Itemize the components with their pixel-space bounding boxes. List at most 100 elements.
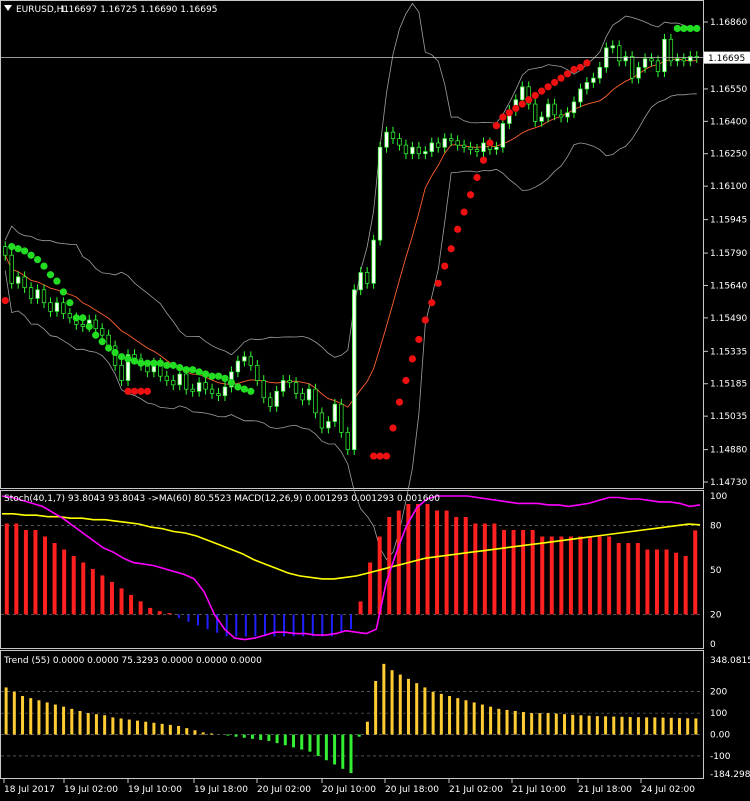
sar-dot-below [544,83,552,91]
candle-body [261,380,266,399]
time-tick-label: 18 Jul 2017 [4,785,55,795]
candle-body [384,131,389,148]
sar-dot-above [85,322,93,331]
candle-body [629,56,635,79]
candle-body [119,365,124,381]
price-tick-label: 1.16400 [710,117,747,127]
sar-dot-above [111,348,119,357]
price-tick-label: 1.16550 [710,85,747,95]
candle-body [371,239,376,284]
price-tick-label: 1.15945 [710,216,747,226]
candle-body [28,287,34,299]
candle-body [80,323,85,327]
sar-dot-above [247,387,255,395]
candle-body [423,151,428,155]
candle-body [416,146,422,155]
trend-tick-label: 0.00 [710,731,730,741]
oscillator-tick-label: 20 [710,610,722,620]
candle-body [461,144,467,148]
sar-dot-below [382,452,391,460]
sar-dot-below [550,78,559,87]
candle-body [16,276,21,284]
candle-body [106,334,111,347]
sar-dot-above [163,361,171,369]
sar-dot-above [40,262,48,270]
price-tick-label: 1.16250 [710,150,747,160]
time-tick-label: 21 Jul 18:00 [578,785,632,795]
candle-body [164,375,169,381]
sar-dot-above [189,366,197,374]
oscillator-tick-label: 100 [710,492,727,502]
candle-body [48,302,53,312]
candle-body [196,382,202,392]
candle-body [67,313,73,319]
sar-dot-below [570,65,578,74]
candle-body [184,373,189,390]
sar-dot-above [201,370,210,378]
candle-body [61,302,66,314]
candle-body [558,114,564,118]
sar-dot-above [14,245,22,253]
candle-body [429,142,434,152]
sar-dot-below [1,296,9,305]
sar-dot-below [454,225,462,233]
price-tick-label: 1.16860 [710,18,747,28]
sar-dot-below [130,387,139,395]
sar-dot-below [402,376,410,385]
price-tick-label: 1.14730 [710,478,747,488]
candle-body [248,356,253,366]
sar-dot-above [195,368,203,376]
sar-dot-below [505,109,513,117]
candle-body [481,142,486,152]
sar-dot-below [460,208,468,216]
candle-body [332,403,337,422]
candle-body [339,403,344,433]
sar-dot-below [376,452,384,460]
candle-body [22,276,27,288]
price-tick-label: 1.16100 [710,182,747,192]
chart-background [0,0,750,801]
sar-dot-below [395,398,404,406]
candle-body [268,397,273,407]
trend-title: Trend (55) 0.0000 0.0000 75.3293 0.0000 … [3,656,262,666]
sar-dot-above [33,255,42,264]
price-tick-label: 1.15790 [710,249,747,259]
sar-dot-above [673,24,681,33]
candle-body [468,146,473,150]
trend-tick-label: -100 [710,752,731,762]
candle-body [222,386,228,396]
candle-body [578,88,583,103]
sar-dot-below [576,63,585,71]
candle-body [649,58,654,62]
candle-body [584,82,590,90]
candle-body [287,380,292,384]
price-tick-label: 1.14880 [710,446,747,456]
chart-canvas: 1.16695 1.16860 1.16550 1.16400 1.16250 1.161… [0,0,750,801]
sar-dot-above [59,288,67,296]
sar-dot-below [421,316,429,324]
sar-dot-above [208,372,216,380]
sar-dot-above [169,361,177,369]
candle-body [571,101,577,114]
sar-dot-above [240,385,248,393]
candle-body [216,393,221,396]
price-tick-label: 1.15335 [710,347,747,357]
time-tick-label: 19 Jul 02:00 [64,785,118,795]
sar-dot-below [447,245,455,253]
oscillator-tick-label: 50 [710,566,722,576]
sar-dot-above [27,251,35,259]
time-tick-label: 19 Jul 18:00 [194,785,248,795]
candle-body [9,254,14,284]
candle-body [274,390,279,407]
candle-body [326,421,331,429]
candle-body [41,289,47,304]
trend-tick-label: 100 [710,709,727,719]
sar-dot-above [227,379,236,387]
sar-dot-above [680,24,688,33]
candle-body [255,365,260,381]
sar-dot-below [557,74,565,82]
sar-dot-below [124,387,132,395]
candle-body [410,146,415,155]
candle-body [403,144,409,155]
time-tick-label: 21 Jul 02:00 [449,785,503,795]
